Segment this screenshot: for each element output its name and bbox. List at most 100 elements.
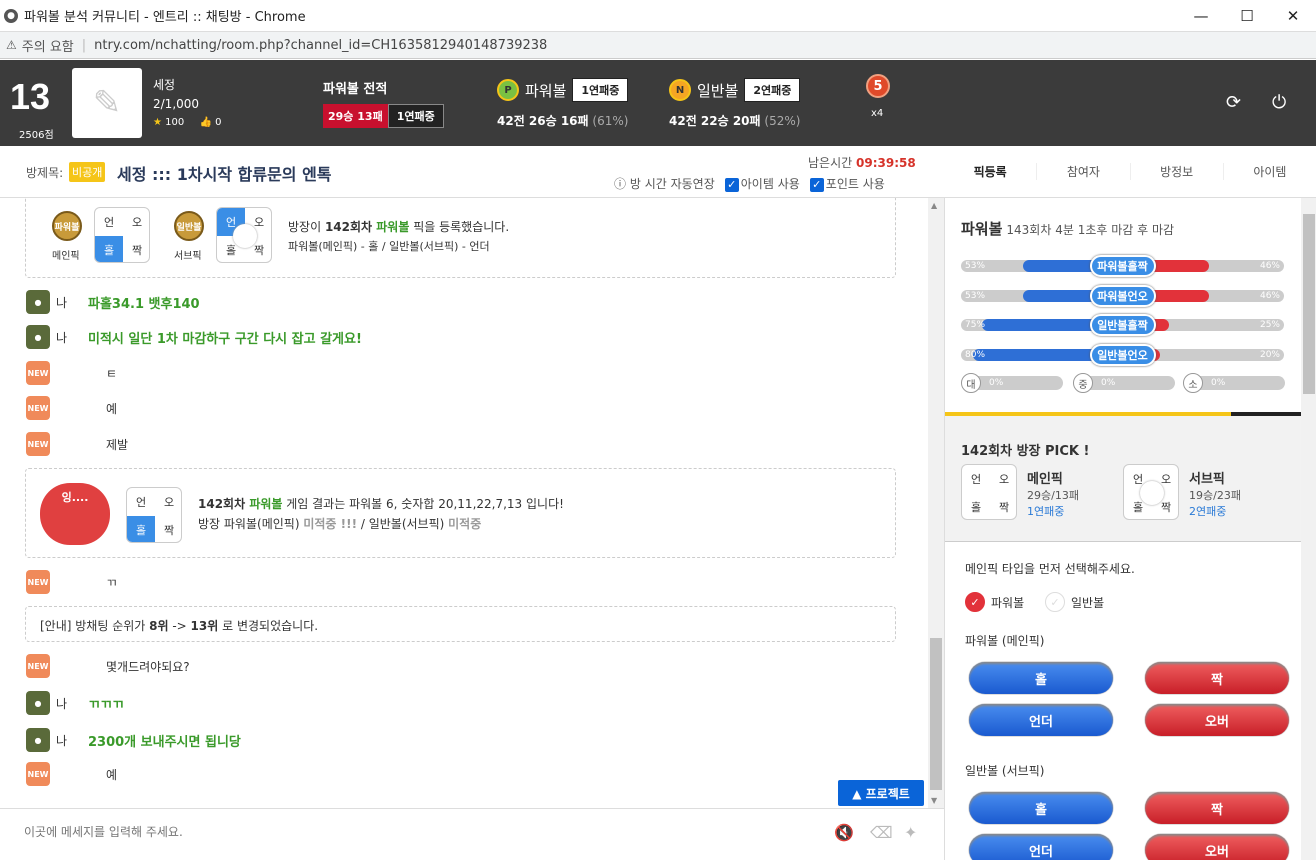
main-pick-grid: 언 오 홀 짝: [94, 207, 150, 263]
new-user-avatar-icon: NEW: [26, 361, 50, 385]
bar-left-pct: 53%: [965, 261, 986, 271]
result-main-miss: 미적중 !!!: [303, 517, 358, 531]
soldier-avatar-icon: ●: [26, 728, 50, 752]
browser-window: ● 파워볼 분석 커뮤니티 - 엔트리 :: 채팅방 - Chrome — ☐ …: [0, 0, 1316, 860]
user-points: 2506점: [19, 130, 54, 141]
check-icon: ✓: [965, 592, 985, 612]
project-button[interactable]: ▲ 프로젝트: [838, 780, 924, 806]
angry-emoji-icon: 잉....: [40, 483, 110, 545]
close-icon[interactable]: ✕: [1270, 0, 1316, 32]
pick-cell-even: 짝: [998, 501, 1010, 514]
result-main: 방장 파워볼(메인픽): [198, 517, 304, 531]
panel-scrollbar[interactable]: [1301, 198, 1316, 860]
new-user-avatar-icon: NEW: [26, 570, 50, 594]
point-use-label: 포인트 사용: [825, 177, 885, 191]
bar-right-pct: 20%: [1259, 350, 1280, 360]
scroll-up-icon[interactable]: ▲: [931, 201, 937, 210]
result-sub: / 일반볼(서브픽): [357, 517, 449, 531]
user-name: 세정: [153, 78, 176, 92]
bar-left-pct: 53%: [965, 291, 986, 301]
new-user-avatar-icon: NEW: [26, 432, 50, 456]
point-use-checkbox[interactable]: ✓ 포인트 사용: [809, 175, 885, 192]
maximize-icon[interactable]: ☐: [1224, 0, 1270, 32]
odd-button[interactable]: 홀: [969, 662, 1113, 694]
message-text: 몇개드려야되요?: [106, 659, 190, 674]
panel-scroll-thumb[interactable]: [1303, 214, 1315, 394]
list-item: ● 나 파홀34.1 뱃후140: [26, 290, 200, 314]
scroll-thumb[interactable]: [930, 638, 942, 790]
title-bar: ● 파워볼 분석 커뮤니티 - 엔트리 :: 채팅방 - Chrome — ☐ …: [0, 0, 1316, 32]
rank-notice: [안내] 방채팅 순위가 8위 -> 13위 로 변경되었습니다.: [25, 606, 896, 642]
radio-label: 일반볼: [1071, 595, 1105, 610]
host-pick-box: 142회차 방장 PICK ! 언 오 홀 짝 메인픽 29승/13패 1연패중 언…: [945, 416, 1301, 542]
refresh-icon[interactable]: ⟳: [1226, 92, 1241, 113]
tab-room-info[interactable]: 방정보: [1131, 163, 1224, 180]
pick-cell-over: 오: [163, 496, 175, 509]
pick-highlight: [233, 224, 257, 248]
record-badges: 29승 13패 1연패중: [323, 104, 444, 128]
list-item: ● 나 2300개 보내주시면 됩니당: [26, 728, 241, 752]
avatar[interactable]: ✎: [72, 68, 142, 138]
sender-label: 나: [56, 696, 68, 711]
tab-pick-register[interactable]: 픽등록: [944, 163, 1038, 180]
size-icon: 중: [1073, 373, 1093, 393]
chat-scrollbar[interactable]: ▲ ▼: [928, 198, 944, 808]
streak-badge: 1연패중: [387, 104, 444, 128]
under-over-bar: 53% 46% 파워볼언오: [961, 285, 1284, 307]
chat-log[interactable]: 파워볼 메인픽 언 오 홀 짝 일반볼 서브픽 언 오 홀 짝 방장이 142회…: [0, 198, 928, 808]
pick-text-game: 파워볼: [376, 220, 410, 234]
sub-even-button[interactable]: 짝: [1145, 792, 1289, 824]
radio-powerball[interactable]: ✓ 파워볼: [965, 592, 1024, 612]
pick-cell-over: 오: [131, 216, 143, 229]
odd-even-bar: 53% 46% 파워볼홀짝: [961, 255, 1284, 277]
over-button[interactable]: 오버: [1145, 704, 1289, 736]
powerball-name: 파워볼: [525, 81, 567, 100]
pick-cell-odd: 홀: [970, 501, 982, 514]
scroll-down-icon[interactable]: ▼: [931, 796, 937, 805]
mute-icon[interactable]: 🔇: [834, 823, 854, 842]
pick-highlight: [1140, 481, 1164, 505]
auto-extend[interactable]: ⓘ 방 시간 자동연장: [614, 175, 715, 192]
sender-label: 나: [56, 295, 68, 310]
magic-wand-icon[interactable]: ✦: [904, 823, 917, 842]
user-count: 2/1,000: [153, 97, 200, 111]
address-divider: |: [81, 37, 87, 53]
list-item: NEW 제발: [26, 432, 128, 456]
profile-header: 13 2506점 ✎ 세정 2/1,000 ★ 100 👍 0 파워볼 전적 2…: [0, 60, 1316, 146]
eraser-icon[interactable]: ⌫: [870, 823, 893, 842]
power-icon[interactable]: ⏻: [1272, 92, 1286, 113]
sub-under-button[interactable]: 언더: [969, 834, 1113, 860]
even-button[interactable]: 짝: [1145, 662, 1289, 694]
url-text[interactable]: ntry.com/nchatting/room.php?channel_id=C…: [94, 38, 547, 53]
bar-right-pct: 46%: [1259, 261, 1280, 271]
item-use-checkbox[interactable]: ✓ 아이템 사용: [724, 175, 800, 192]
normalball-summary: N 일반볼 2연패중: [669, 78, 801, 102]
pick-cell-under: 언: [135, 496, 147, 509]
user-level: 13: [10, 76, 51, 117]
tab-items[interactable]: 아이템: [1224, 163, 1316, 180]
host-sub-streak: 2연패중: [1189, 505, 1227, 518]
bar-left-pct: 75%: [965, 320, 986, 330]
message-text: 예: [106, 401, 118, 416]
message-input[interactable]: [24, 825, 724, 839]
normalball-pct: (52%): [764, 114, 801, 128]
thumbs-up-icon: 👍: [199, 117, 212, 128]
pick-text-a: 방장이: [288, 220, 325, 234]
item-use-label: 아이템 사용: [740, 177, 800, 191]
medal-number: 5: [866, 74, 890, 98]
radio-normalball[interactable]: ✓ 일반볼: [1045, 592, 1104, 612]
tab-participants[interactable]: 참여자: [1037, 163, 1131, 180]
list-item: ● 나 ㄲㄲㄲ: [26, 691, 124, 715]
address-bar[interactable]: ⚠ 주의 요함 | ntry.com/nchatting/room.php?ch…: [0, 32, 1316, 59]
auto-extend-label: 방 시간 자동연장: [629, 177, 715, 191]
security-warning: 주의 요함: [21, 39, 74, 55]
minimize-icon[interactable]: —: [1178, 0, 1224, 32]
size-pct: 0%: [989, 378, 1004, 388]
soldier-avatar-icon: ●: [26, 691, 50, 715]
pick-text-d: 픽을 등록했습니다.: [409, 220, 510, 234]
sub-over-button[interactable]: 오버: [1145, 834, 1289, 860]
sub-odd-button[interactable]: 홀: [969, 792, 1113, 824]
under-button[interactable]: 언더: [969, 704, 1113, 736]
list-item: NEW ㅌ: [26, 361, 117, 385]
size-medium: 중 0%: [1073, 373, 1175, 393]
